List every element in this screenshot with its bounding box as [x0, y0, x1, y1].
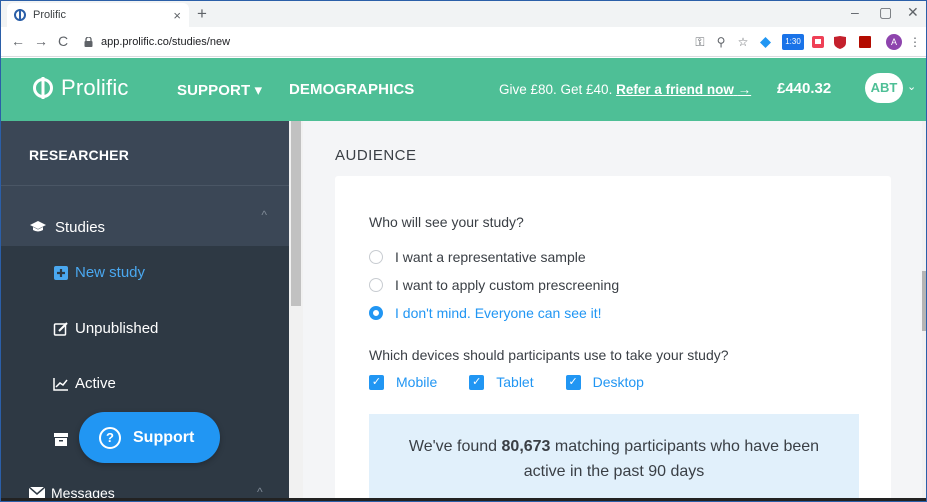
avatar-chevron-icon[interactable]: ⌄ — [907, 80, 916, 93]
sidebar-item-label: Active — [75, 375, 116, 392]
arrow-right-icon: → — [737, 82, 752, 97]
device-label: Mobile — [396, 374, 438, 390]
support-menu-label: SUPPORT — [177, 82, 251, 99]
device-desktop[interactable]: ✓ Desktop — [565, 374, 644, 390]
chevron-up-icon[interactable]: ^ — [257, 485, 263, 499]
forward-button[interactable]: → — [34, 33, 48, 49]
tab-close-icon[interactable]: × — [173, 8, 181, 23]
browser-tabstrip: Prolific × + – ▢ ✕ — [1, 1, 926, 27]
edit-icon — [53, 321, 68, 336]
option-custom-prescreening[interactable]: I want to apply custom prescreening — [369, 277, 619, 293]
prolific-favicon-icon — [14, 9, 26, 21]
option-label: I want to apply custom prescreening — [395, 277, 620, 293]
checkbox-checked[interactable]: ✓ — [469, 374, 485, 390]
sidebar-item-active[interactable]: Active — [53, 375, 116, 392]
url-text: app.prolific.co/studies/new — [101, 36, 231, 48]
matching-participants-panel: We've found 80,673 matching participants… — [369, 414, 859, 501]
page-scrollbar-thumb[interactable] — [922, 271, 926, 331]
sidebar-scrollbar-thumb[interactable] — [291, 121, 301, 306]
account-balance: £440.32 — [777, 80, 832, 97]
new-tab-button[interactable]: + — [197, 4, 207, 24]
support-chat-button[interactable]: ? Support — [79, 412, 220, 463]
close-window-button[interactable]: ✕ — [907, 4, 919, 21]
brand-logo[interactable]: Prolific — [31, 75, 129, 101]
back-button[interactable]: ← — [11, 33, 25, 49]
demographics-link[interactable]: DEMOGRAPHICS — [289, 81, 414, 98]
user-avatar[interactable]: ABT — [865, 73, 903, 103]
sidebar-item-label: Unpublished — [75, 320, 159, 337]
main-content: AUDIENCE Who will see your study? I want… — [303, 121, 922, 501]
promo-text: Give £80. Get £40. — [499, 82, 613, 97]
tab-title: Prolific — [33, 9, 67, 21]
pocket-extension-icon[interactable] — [811, 34, 825, 50]
audience-card: Who will see your study? I want a repres… — [335, 176, 891, 501]
option-representative-sample[interactable]: I want a representative sample — [369, 249, 586, 265]
checkbox-checked[interactable]: ✓ — [565, 374, 581, 390]
sidebar-item-archived[interactable] — [53, 431, 75, 447]
audience-question: Who will see your study? — [369, 214, 524, 230]
key-icon[interactable]: ⚿ — [693, 34, 707, 50]
address-bar[interactable]: app.prolific.co/studies/new — [84, 32, 784, 52]
device-tablet[interactable]: ✓ Tablet — [469, 374, 534, 390]
browser-toolbar: ← → C app.prolific.co/studies/new ⚿ ⚲ ☆ … — [1, 27, 926, 57]
extension-diamond-icon[interactable] — [759, 34, 771, 50]
result-line-2: active in the past 90 days — [523, 463, 705, 480]
sidebar-item-new-study[interactable]: New study — [53, 264, 145, 281]
browser-menu-icon[interactable]: ⋮ — [909, 34, 921, 50]
sidebar-item-unpublished[interactable]: Unpublished — [53, 320, 158, 337]
sidebar-section-researcher: RESEARCHER — [1, 121, 291, 185]
help-circle-icon: ? — [99, 426, 121, 449]
brand-name: Prolific — [61, 75, 129, 100]
graduation-cap-icon — [30, 221, 46, 232]
checkbox-checked[interactable]: ✓ — [369, 374, 384, 390]
option-everyone[interactable]: I don't mind. Everyone can see it! — [369, 305, 602, 321]
bookmark-star-icon[interactable]: ☆ — [736, 34, 750, 50]
support-button-label: Support — [133, 428, 195, 446]
sidebar-item-label: Studies — [55, 218, 106, 236]
lock-icon — [84, 37, 93, 47]
devices-group: ✓ Mobile ✓ Tablet ✓ Desktop — [369, 374, 676, 390]
radio-button-selected[interactable] — [369, 306, 383, 320]
browser-tab[interactable]: Prolific × — [7, 3, 189, 27]
taskbar-edge — [1, 498, 926, 501]
radio-button[interactable] — [369, 250, 383, 264]
refer-friend-link[interactable]: Refer a friend now → — [616, 82, 751, 97]
zoom-icon[interactable]: ⚲ — [714, 34, 728, 50]
support-menu[interactable]: SUPPORT ▾ — [177, 81, 262, 99]
option-label: I don't mind. Everyone can see it! — [395, 305, 602, 321]
device-mobile[interactable]: ✓ Mobile — [369, 374, 437, 390]
referral-promo: Give £80. Get £40. Refer a friend now → — [499, 82, 751, 97]
sidebar-item-label: New study — [75, 264, 146, 281]
section-title: AUDIENCE — [335, 147, 417, 164]
participant-count: 80,673 — [501, 438, 551, 455]
device-label: Desktop — [592, 374, 644, 390]
devices-question: Which devices should participants use to… — [369, 347, 729, 363]
minimize-button[interactable]: – — [851, 4, 859, 20]
archive-icon — [54, 433, 68, 446]
line-chart-icon — [53, 377, 68, 391]
plus-square-icon — [54, 265, 68, 280]
prolific-logo-icon — [33, 77, 53, 99]
calendar-extension-icon[interactable]: 1:30 — [782, 34, 804, 50]
radio-button[interactable] — [369, 278, 383, 292]
maximize-button[interactable]: ▢ — [879, 4, 892, 21]
device-label: Tablet — [496, 374, 534, 390]
app-header: Prolific SUPPORT ▾ DEMOGRAPHICS Give £80… — [1, 58, 926, 121]
caret-down-icon: ▾ — [254, 82, 263, 99]
reload-button[interactable]: C — [58, 33, 68, 49]
pdf-extension-icon[interactable] — [858, 34, 872, 50]
result-line-1: We've found 80,673 matching participants… — [408, 438, 820, 455]
sidebar-item-studies[interactable]: Studies ^ — [1, 185, 291, 246]
option-label: I want a representative sample — [395, 249, 586, 265]
chevron-up-icon[interactable]: ^ — [261, 208, 267, 222]
ublock-extension-icon[interactable] — [833, 34, 847, 50]
profile-avatar-icon[interactable]: A — [886, 34, 902, 50]
